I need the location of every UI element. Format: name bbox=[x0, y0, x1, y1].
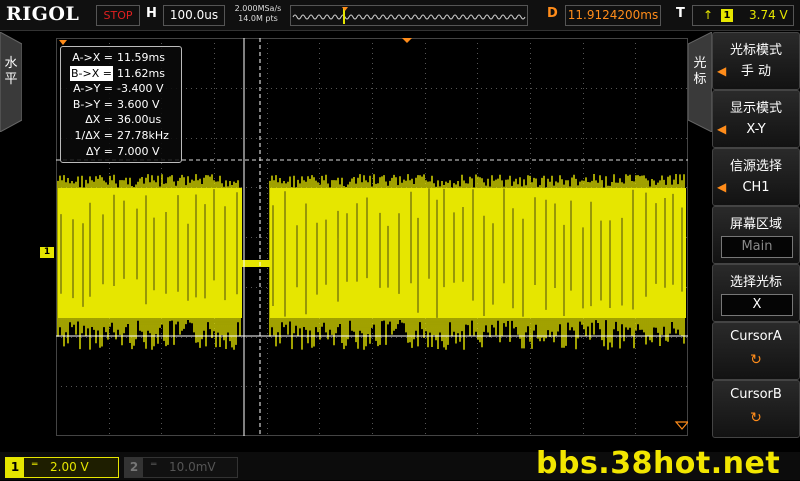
cursor-readout-key: B->Y = bbox=[72, 97, 113, 111]
ch1-offset-marker[interactable]: 1 bbox=[40, 247, 54, 258]
cursor-readout-key: A->X = bbox=[72, 51, 113, 64]
softkey-7[interactable]: CursorB ↻ bbox=[712, 380, 800, 438]
softkey-value: CH1 bbox=[742, 180, 770, 195]
cursor-readout-row: ΔX = 36.00us bbox=[61, 112, 181, 127]
trigger-level-marker bbox=[59, 40, 67, 45]
scroll-down-icon bbox=[674, 421, 688, 430]
cursor-readout-value: 27.78kHz bbox=[117, 129, 169, 142]
softkey-title: 选择光标 bbox=[729, 275, 782, 290]
cursor-readout-row: B->X = 11.62ms bbox=[61, 65, 181, 81]
softkey-4[interactable]: 屏幕区域 Main bbox=[712, 206, 800, 264]
top-status-bar: RIGOL STOP H 100.0us 2.000MSa/s 14.0M pt… bbox=[0, 0, 800, 31]
ch2-number: 2 bbox=[125, 458, 143, 477]
cursor-readout-value: 7.000 V bbox=[117, 144, 160, 158]
softkey-value: Main bbox=[721, 236, 793, 258]
cursor-readout-value: 36.00us bbox=[117, 113, 162, 127]
softkey-value: X-Y bbox=[746, 122, 766, 137]
acquisition-info: 2.000MSa/s 14.0M pts bbox=[230, 4, 286, 24]
dc-coupling-icon: ═ bbox=[32, 460, 38, 470]
brand-logo: RIGOL bbox=[6, 3, 80, 25]
cursor-softkey-menu: 光标模式 ◀ 手 动显示模式 ◀ X-Y 信源选择 ◀ CH1 屏幕区域 Main 选择光标 X Cur… bbox=[712, 32, 800, 438]
trigger-level: 3.74 V bbox=[749, 8, 788, 22]
trigger-position-marker bbox=[402, 38, 412, 43]
cursor-readout-value: 3.600 V bbox=[117, 97, 160, 111]
softkey-1[interactable]: 光标模式 ◀ 手 动 bbox=[712, 32, 800, 90]
cursor-readout-row: A->Y = -3.400 V bbox=[61, 81, 181, 96]
cursor-readout-row: A->X = 11.59ms bbox=[61, 50, 181, 65]
ch1-number: 1 bbox=[6, 458, 24, 477]
ch2-scale: 10.0mV bbox=[169, 460, 216, 474]
ch1-settings[interactable]: 1 ═ 2.00 V bbox=[5, 457, 119, 478]
cursor-tab-label: 光标 bbox=[693, 56, 707, 87]
sample-rate: 2.000MSa/s bbox=[234, 4, 282, 13]
cursor-readout-row: ΔY = 7.000 V bbox=[61, 144, 181, 159]
softkey-5[interactable]: 选择光标 X bbox=[712, 264, 800, 322]
cursor-readout-row: B->Y = 3.600 V bbox=[61, 97, 181, 112]
timebase-value[interactable]: 100.0us bbox=[163, 5, 225, 26]
rotate-knob-icon: ↻ bbox=[750, 352, 762, 368]
ch1-waveform bbox=[57, 174, 686, 350]
cursor-readout-key: ΔY = bbox=[86, 144, 113, 158]
trigger-source: 1 bbox=[721, 9, 733, 22]
cursor-menu-tab[interactable]: 光标 bbox=[688, 32, 712, 132]
softkey-value: 手 动 bbox=[740, 64, 772, 79]
horizontal-menu-tab[interactable]: 水平 bbox=[0, 32, 22, 132]
trigger-label: T bbox=[676, 6, 685, 21]
softkey-title: 信源选择 bbox=[729, 159, 782, 174]
rising-edge-icon: ↑ bbox=[703, 8, 714, 22]
horizontal-label: H bbox=[146, 6, 157, 21]
delay-label: D bbox=[547, 6, 558, 21]
ch2-settings[interactable]: 2 ═ 10.0mV bbox=[124, 457, 238, 478]
run-stop-status[interactable]: STOP bbox=[96, 5, 140, 26]
softkey-title: CursorA bbox=[730, 329, 782, 344]
softkey-title: 显示模式 bbox=[729, 101, 782, 116]
dc-coupling-icon: ═ bbox=[151, 460, 157, 470]
softkey-3[interactable]: 信源选择 ◀ CH1 bbox=[712, 148, 800, 206]
softkey-2[interactable]: 显示模式 ◀ X-Y bbox=[712, 90, 800, 148]
softkey-title: CursorB bbox=[730, 387, 782, 402]
ch1-scale: 2.00 V bbox=[50, 460, 89, 474]
delay-value[interactable]: 11.9124200ms bbox=[565, 5, 661, 26]
cursor-readout-key: A->Y = bbox=[73, 82, 113, 96]
trigger-settings[interactable]: ↑ 1 3.74 V bbox=[692, 5, 794, 26]
softkey-6[interactable]: CursorA ↻ bbox=[712, 322, 800, 380]
cursor-readout-key: 1/ΔX = bbox=[74, 129, 113, 142]
cursor-readout-key: ΔX = bbox=[85, 113, 113, 127]
memory-depth: 14.0M pts bbox=[238, 14, 278, 23]
watermark: bbs.38hot.net bbox=[536, 446, 781, 481]
cursor-readout-row: 1/ΔX = 27.78kHz bbox=[61, 128, 181, 143]
cursor-readout-value: -3.400 V bbox=[117, 82, 164, 96]
softkey-title: 屏幕区域 bbox=[729, 217, 782, 232]
softkey-value: X bbox=[721, 294, 793, 316]
cursor-readout-key: B->X = bbox=[70, 65, 113, 81]
rotate-knob-icon: ↻ bbox=[750, 410, 762, 426]
softkey-title: 光标模式 bbox=[729, 43, 782, 58]
cursor-readout-value: 11.62ms bbox=[117, 66, 165, 80]
cursor-readout-panel: A->X = 11.59ms B->X = 11.62ms A->Y = -3.400 V… bbox=[60, 46, 182, 163]
waveform-overview[interactable] bbox=[290, 5, 528, 26]
horizontal-tab-label: 水平 bbox=[4, 56, 18, 87]
trigger-position-icon bbox=[342, 7, 348, 11]
cursor-readout-value: 11.59ms bbox=[117, 51, 165, 64]
